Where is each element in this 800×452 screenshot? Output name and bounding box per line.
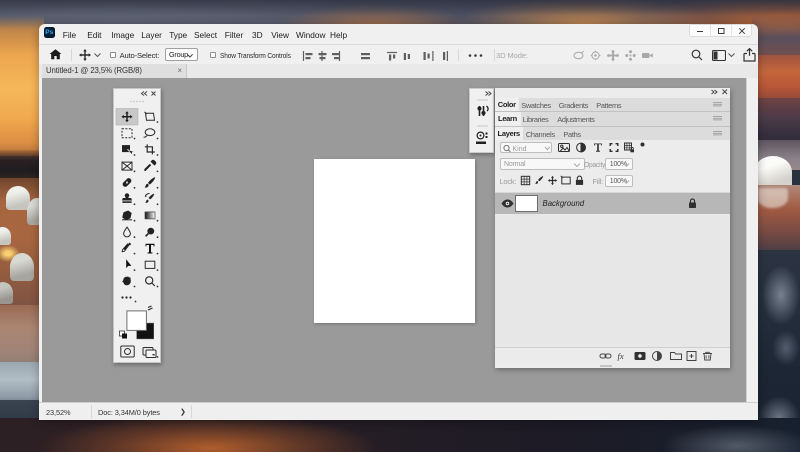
svg-text:fx: fx <box>617 351 623 361</box>
svg-text:Kind: Kind <box>512 146 526 153</box>
